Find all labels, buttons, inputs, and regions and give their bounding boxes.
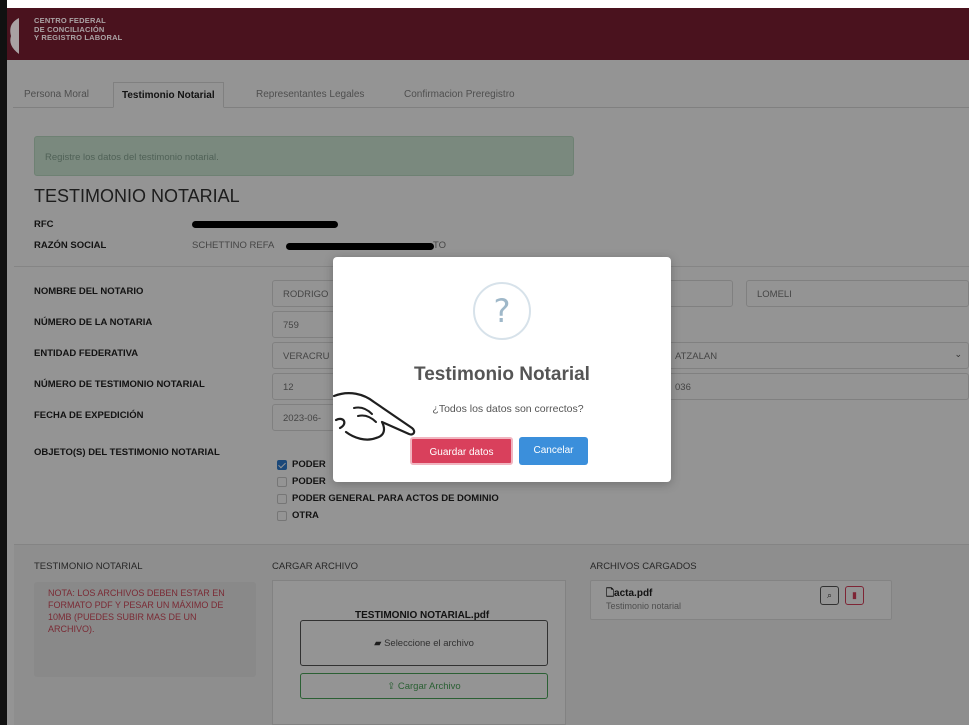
window-edge	[0, 0, 7, 725]
header-overlay	[7, 8, 969, 60]
dialog-title: Testimonio Notarial	[414, 364, 590, 385]
cancel-button[interactable]: Cancelar	[519, 437, 588, 465]
pointing-hand-icon	[332, 392, 416, 441]
question-icon: ?	[473, 282, 531, 340]
save-data-button[interactable]: Guardar datos	[410, 437, 513, 465]
